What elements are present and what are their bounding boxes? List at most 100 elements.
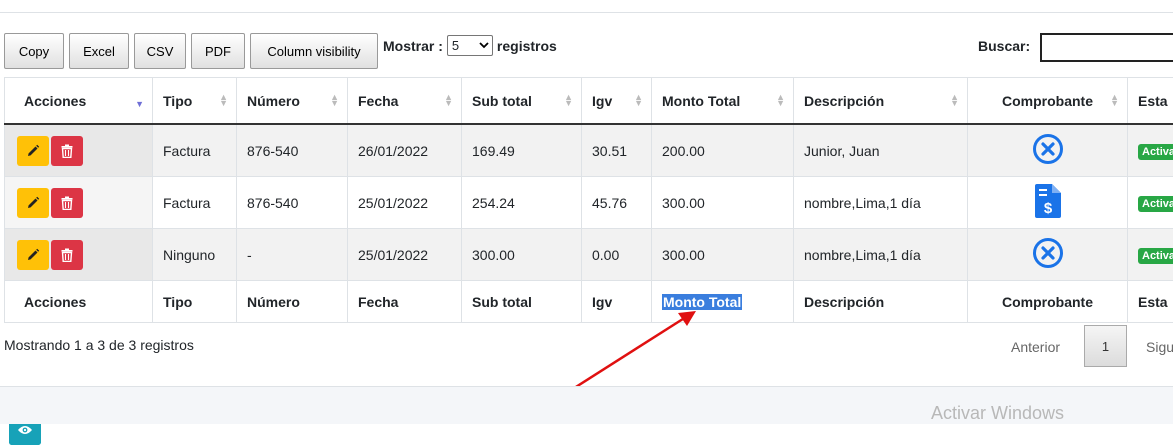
pdf-button[interactable]: PDF xyxy=(191,33,245,69)
descripcion-cell: nombre,Lima,1 día xyxy=(794,229,968,281)
sort-icon: ▲▼ xyxy=(634,94,643,106)
pencil-icon xyxy=(26,196,40,210)
header-igv[interactable]: Igv▲▼ xyxy=(582,78,652,125)
table-row: Factura 876-540 26/01/2022 169.49 30.51 … xyxy=(5,124,1173,177)
footer-tipo: Tipo xyxy=(153,281,237,323)
records-table: Acciones▼ Tipo▲▼ Número▲▼ Fecha▲▼ Sub to… xyxy=(4,77,1173,323)
tipo-cell: Ninguno xyxy=(153,229,237,281)
search-input[interactable] xyxy=(1040,33,1173,62)
page-length-value: 5 xyxy=(452,38,459,53)
edit-button[interactable] xyxy=(17,188,49,218)
page-length-control: Mostrar : 5 registros xyxy=(383,35,557,56)
chevron-down-icon xyxy=(479,42,489,49)
header-tipo[interactable]: Tipo▲▼ xyxy=(153,78,237,125)
delete-button[interactable] xyxy=(51,188,83,218)
actions-cell xyxy=(5,177,153,229)
footer-estado: Esta xyxy=(1128,281,1173,323)
header-label: Acciones xyxy=(24,93,86,109)
svg-text:$: $ xyxy=(1043,200,1052,217)
page-length-suffix: registros xyxy=(497,38,557,54)
header-fecha[interactable]: Fecha ▲▼ xyxy=(348,78,462,125)
descripcion-cell: Junior, Juan xyxy=(794,124,968,177)
x-circle-icon[interactable] xyxy=(1032,237,1064,269)
header-descripcion[interactable]: Descripción ▲▼ xyxy=(794,78,968,125)
csv-button[interactable]: CSV xyxy=(134,33,186,69)
trash-icon xyxy=(61,144,73,158)
pagination-next[interactable]: Siguiente xyxy=(1146,339,1173,355)
header-numero[interactable]: Número ▲▼ xyxy=(237,78,348,125)
actions-cell xyxy=(5,124,153,177)
subtotal-cell: 169.49 xyxy=(462,124,582,177)
footer-comprobante: Comprobante xyxy=(968,281,1128,323)
numero-cell: - xyxy=(237,229,348,281)
windows-activation-watermark: Activar Windows xyxy=(931,403,1064,424)
page-length-label: Mostrar : xyxy=(383,38,443,54)
comprobante-cell: $ xyxy=(968,177,1128,229)
header-acciones[interactable]: Acciones ▼ xyxy=(5,78,153,125)
table-header-row: Acciones▼ Tipo▲▼ Número▲▼ Fecha▲▼ Sub to… xyxy=(5,78,1173,125)
pagination-previous[interactable]: Anterior xyxy=(1011,339,1060,355)
delete-button[interactable] xyxy=(51,136,83,166)
trash-icon xyxy=(61,196,73,210)
eye-icon xyxy=(17,425,33,435)
fecha-cell: 25/01/2022 xyxy=(348,177,462,229)
header-label: Fecha xyxy=(358,93,398,109)
export-toolbar: Copy Excel CSV PDF Column visibility xyxy=(4,33,383,69)
status-badge: Activa xyxy=(1138,144,1173,160)
pencil-icon xyxy=(26,248,40,262)
estado-cell: Activa xyxy=(1128,177,1173,229)
x-circle-icon[interactable] xyxy=(1032,133,1064,165)
edit-button[interactable] xyxy=(17,240,49,270)
header-label: Monto Total xyxy=(662,93,740,109)
footer-descripcion: Descripción xyxy=(794,281,968,323)
pagination-page-1[interactable]: 1 xyxy=(1084,325,1127,367)
copy-button[interactable]: Copy xyxy=(4,33,64,69)
tipo-cell: Factura xyxy=(153,124,237,177)
subtotal-cell: 254.24 xyxy=(462,177,582,229)
estado-cell: Activa xyxy=(1128,229,1173,281)
trash-icon xyxy=(61,248,73,262)
sort-icon: ▲▼ xyxy=(330,94,339,106)
table-row: Ninguno - 25/01/2022 300.00 0.00 300.00 … xyxy=(5,229,1173,281)
pencil-icon xyxy=(26,144,40,158)
top-divider xyxy=(0,12,1173,13)
monto-cell: 300.00 xyxy=(652,229,794,281)
header-label: Descripción xyxy=(804,93,884,109)
sort-icon: ▲▼ xyxy=(444,94,453,106)
numero-cell: 876-540 xyxy=(237,124,348,177)
header-estado[interactable]: Esta xyxy=(1128,78,1173,125)
subtotal-cell: 300.00 xyxy=(462,229,582,281)
actions-cell xyxy=(5,229,153,281)
sort-icon: ▲▼ xyxy=(950,94,959,106)
sort-desc-icon: ▼ xyxy=(135,99,144,109)
header-label: Tipo xyxy=(163,93,192,109)
status-badge: Activa xyxy=(1138,196,1173,212)
comprobante-cell xyxy=(968,124,1128,177)
edit-button[interactable] xyxy=(17,136,49,166)
header-label: Esta xyxy=(1138,93,1168,109)
sort-icon: ▲▼ xyxy=(564,94,573,106)
page-length-select[interactable]: 5 xyxy=(447,35,493,56)
header-subtotal[interactable]: Sub total▲▼ xyxy=(462,78,582,125)
footer-acciones: Acciones xyxy=(5,281,153,323)
header-label: Número xyxy=(247,93,300,109)
excel-button[interactable]: Excel xyxy=(69,33,129,69)
comprobante-cell xyxy=(968,229,1128,281)
tipo-cell: Factura xyxy=(153,177,237,229)
invoice-dollar-icon[interactable]: $ xyxy=(1035,184,1061,218)
header-label: Comprobante xyxy=(1002,93,1093,109)
monto-cell: 200.00 xyxy=(652,124,794,177)
sort-icon: ▲▼ xyxy=(1110,94,1119,106)
monto-cell: 300.00 xyxy=(652,177,794,229)
numero-cell: 876-540 xyxy=(237,177,348,229)
footer-fecha: Fecha xyxy=(348,281,462,323)
igv-cell: 0.00 xyxy=(582,229,652,281)
red-arrow-annotation xyxy=(560,305,705,397)
table-info: Mostrando 1 a 3 de 3 registros xyxy=(4,337,194,353)
header-monto-total[interactable]: Monto Total▲▼ xyxy=(652,78,794,125)
fecha-cell: 26/01/2022 xyxy=(348,124,462,177)
column-visibility-button[interactable]: Column visibility xyxy=(250,33,378,69)
header-comprobante[interactable]: Comprobante ▲▼ xyxy=(968,78,1128,125)
delete-button[interactable] xyxy=(51,240,83,270)
igv-cell: 45.76 xyxy=(582,177,652,229)
